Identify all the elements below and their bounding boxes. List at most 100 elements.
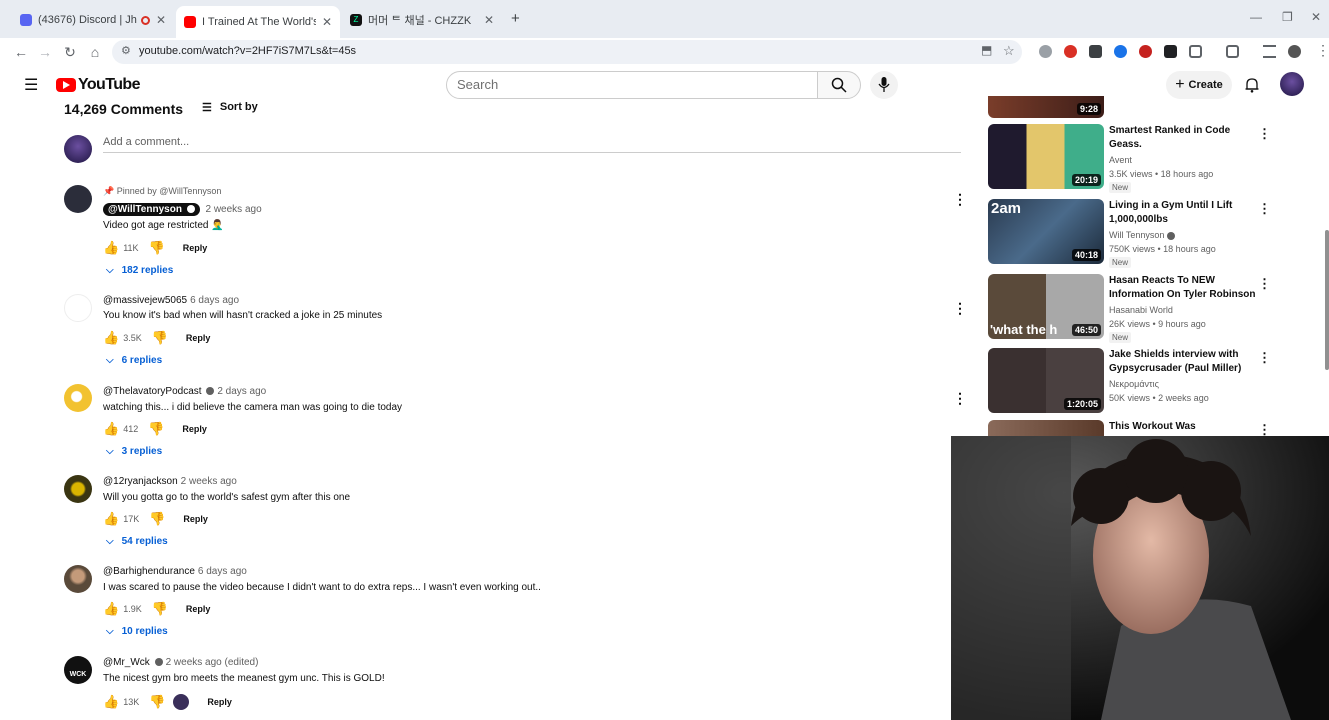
video-thumbnail[interactable]	[988, 420, 1104, 436]
dislike-icon[interactable]: 👎	[149, 240, 165, 256]
view-replies-button[interactable]: ⌵ 6 replies	[106, 355, 162, 366]
video-menu-icon[interactable]: ⋮	[1258, 201, 1271, 217]
hamburger-menu-icon[interactable]: ☰	[24, 75, 38, 95]
site-info-icon[interactable]: ⚙	[121, 44, 131, 57]
like-icon[interactable]: 👍	[103, 511, 119, 527]
tab-youtube[interactable]: I Trained At The World's Most D ✕	[176, 6, 340, 38]
dislike-icon[interactable]: 👎	[152, 330, 168, 346]
home-icon[interactable]: ⌂	[86, 43, 104, 61]
video-thumbnail[interactable]: 20:19	[988, 124, 1104, 189]
install-icon[interactable]: ⬒	[981, 43, 992, 57]
video-menu-icon[interactable]: ⋮	[1258, 350, 1271, 366]
reply-button[interactable]: Reply	[182, 424, 207, 434]
close-window-icon[interactable]: ✕	[1311, 10, 1321, 24]
page-scrollbar[interactable]	[1325, 230, 1329, 370]
comment-time[interactable]: 2 days ago	[217, 386, 266, 397]
profile-avatar[interactable]	[1288, 45, 1301, 58]
dislike-icon[interactable]: 👎	[148, 421, 164, 437]
video-menu-icon[interactable]: ⋮	[1258, 422, 1271, 436]
new-tab-button[interactable]: +	[511, 10, 520, 27]
notifications-bell-icon[interactable]	[1244, 77, 1260, 93]
comment-time[interactable]: 6 days ago	[198, 566, 247, 577]
comment-time[interactable]: 2 weeks ago	[205, 204, 261, 215]
comment-time[interactable]: 2 weeks ago (edited)	[166, 657, 259, 668]
comment-time[interactable]: 6 days ago	[190, 295, 239, 306]
comment-menu-icon[interactable]: ⋮	[953, 191, 967, 208]
forward-icon[interactable]: →	[36, 43, 54, 61]
restore-icon[interactable]: ❐	[1282, 10, 1293, 24]
tab-chzzk[interactable]: Z 머머 ᄐ 채널 - CHZZK ✕	[342, 6, 502, 34]
reply-button[interactable]: Reply	[207, 697, 232, 707]
comment-author[interactable]: @Mr_Wck	[103, 657, 150, 668]
video-title[interactable]: Jake Shields interview with Gypsycrusade…	[1109, 348, 1259, 376]
video-card[interactable]: 9:28	[988, 96, 1278, 118]
video-menu-icon[interactable]: ⋮	[1258, 126, 1271, 142]
minimize-icon[interactable]: —	[1250, 10, 1262, 24]
video-thumbnail[interactable]: 2am 40:18	[988, 199, 1104, 264]
back-icon[interactable]: ←	[12, 43, 30, 61]
view-replies-button[interactable]: ⌵ 3 replies	[106, 446, 162, 457]
commenter-avatar[interactable]	[64, 565, 92, 593]
search-input[interactable]	[457, 77, 797, 92]
sort-by-button[interactable]: ☰ Sort by	[202, 101, 258, 114]
video-title[interactable]: Smartest Ranked in Code Geass.	[1109, 124, 1259, 152]
comment-author[interactable]: @ThelavatoryPodcast	[103, 386, 202, 397]
like-icon[interactable]: 👍	[103, 694, 119, 710]
view-replies-button[interactable]: ⌵ 182 replies	[106, 265, 173, 276]
extension-icon[interactable]	[1039, 45, 1052, 58]
video-channel[interactable]: Avent	[1109, 155, 1132, 165]
video-thumbnail[interactable]: 1:20:05	[988, 348, 1104, 413]
video-thumbnail[interactable]: 9:28	[988, 96, 1104, 118]
reply-button[interactable]: Reply	[186, 333, 211, 343]
extension-icon[interactable]	[1064, 45, 1077, 58]
like-icon[interactable]: 👍	[103, 601, 119, 617]
video-card[interactable]: 'what the h 46:50 Hasan Reacts To NEW In…	[988, 274, 1278, 343]
extension-icon[interactable]	[1089, 45, 1102, 58]
video-channel[interactable]: Will Tennyson	[1109, 230, 1175, 240]
close-icon[interactable]: ✕	[322, 15, 332, 29]
view-replies-button[interactable]: ⌵ 10 replies	[106, 626, 168, 637]
create-button[interactable]: + Create	[1166, 71, 1232, 99]
dislike-icon[interactable]: 👎	[152, 601, 168, 617]
media-icon[interactable]	[1226, 45, 1239, 58]
address-bar[interactable]: ⚙ youtube.com/watch?v=2HF7iS7M7Ls&t=45s …	[112, 40, 1022, 64]
reply-button[interactable]: Reply	[183, 514, 208, 524]
comment-menu-icon[interactable]: ⋮	[953, 390, 967, 407]
video-title[interactable]: Living in a Gym Until I Lift 1,000,000lb…	[1109, 199, 1259, 227]
video-card[interactable]: 1:20:05 Jake Shields interview with Gyps…	[988, 348, 1278, 413]
close-icon[interactable]: ✕	[156, 13, 166, 27]
account-avatar[interactable]	[1280, 72, 1304, 96]
add-comment-input[interactable]: Add a comment...	[103, 136, 961, 153]
video-thumbnail[interactable]: 'what the h 46:50	[988, 274, 1104, 339]
shield-icon[interactable]	[1164, 45, 1177, 58]
dislike-icon[interactable]: 👎	[149, 694, 165, 710]
menu-dots-icon[interactable]: ⋮	[1316, 42, 1329, 59]
comment-menu-icon[interactable]: ⋮	[953, 300, 967, 317]
reload-icon[interactable]: ↻	[61, 43, 79, 61]
comment-time[interactable]: 2 weeks ago	[181, 476, 237, 487]
commenter-avatar[interactable]	[64, 294, 92, 322]
creator-author-pill[interactable]: @WillTennyson	[103, 203, 200, 216]
close-icon[interactable]: ✕	[484, 13, 494, 27]
like-icon[interactable]: 👍	[103, 421, 119, 437]
reply-button[interactable]: Reply	[183, 243, 208, 253]
comment-author[interactable]: @12ryanjackson	[103, 476, 178, 487]
view-replies-button[interactable]: ⌵ 54 replies	[106, 536, 168, 547]
video-title[interactable]: This Workout Was	[1109, 420, 1259, 434]
comment-author[interactable]: @Barhighendurance	[103, 566, 195, 577]
extension-icon[interactable]	[1139, 45, 1152, 58]
tab-discord[interactable]: (43676) Discord | Jhunter, R ✕	[12, 6, 174, 34]
commenter-avatar[interactable]	[64, 475, 92, 503]
commenter-avatar[interactable]: WCK	[64, 656, 92, 684]
bookmark-star-icon[interactable]: ☆	[1003, 43, 1015, 59]
search-button[interactable]	[817, 71, 861, 99]
video-card[interactable]: 2am 40:18 Living in a Gym Until I Lift 1…	[988, 199, 1278, 268]
video-channel[interactable]: Νεκρομάντις	[1109, 379, 1159, 389]
extension-icon[interactable]	[1114, 45, 1127, 58]
video-card[interactable]: This Workout Was ⋮	[988, 420, 1278, 436]
reading-list-icon[interactable]	[1263, 45, 1276, 58]
comment-author[interactable]: @massivejew5065	[103, 295, 187, 306]
commenter-avatar[interactable]	[64, 185, 92, 213]
reply-button[interactable]: Reply	[186, 604, 211, 614]
commenter-avatar[interactable]	[64, 384, 92, 412]
